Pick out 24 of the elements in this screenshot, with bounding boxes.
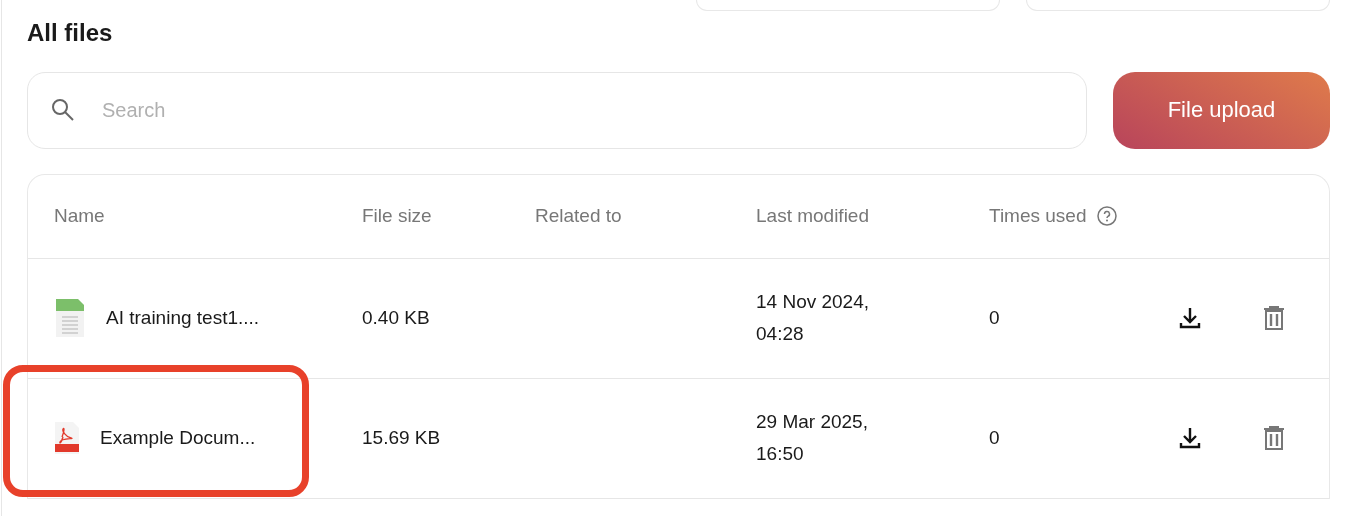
help-icon[interactable] [1096, 206, 1117, 227]
spreadsheet-file-icon [54, 297, 86, 340]
file-size: 0.40 KB [362, 307, 430, 329]
column-header: File size [362, 205, 432, 228]
column-header: Last modified [756, 205, 869, 228]
search-icon [51, 97, 75, 122]
file-upload-button[interactable]: File upload [1113, 71, 1330, 149]
column-header: Related to [535, 205, 622, 228]
column-header: Times used [989, 205, 1087, 228]
download-icon[interactable] [1179, 426, 1201, 451]
trash-icon[interactable] [1263, 305, 1285, 332]
download-icon[interactable] [1179, 306, 1201, 331]
file-name[interactable]: Example Docum... [100, 427, 256, 450]
pdf-file-icon [54, 421, 80, 456]
last-modified: 29 Mar 2025, 16:50 [756, 410, 869, 467]
last-modified: 14 Nov 2024, 04:28 [756, 290, 871, 347]
file-name[interactable]: AI training test1.... [106, 307, 260, 330]
file-size: 15.69 KB [362, 427, 441, 449]
search-field[interactable]: Search [27, 71, 1087, 149]
page-title: All files [27, 19, 114, 48]
trash-icon[interactable] [1263, 425, 1285, 452]
times-used: 0 [989, 427, 1000, 449]
times-used: 0 [989, 307, 1000, 329]
column-header: Name [54, 205, 105, 228]
